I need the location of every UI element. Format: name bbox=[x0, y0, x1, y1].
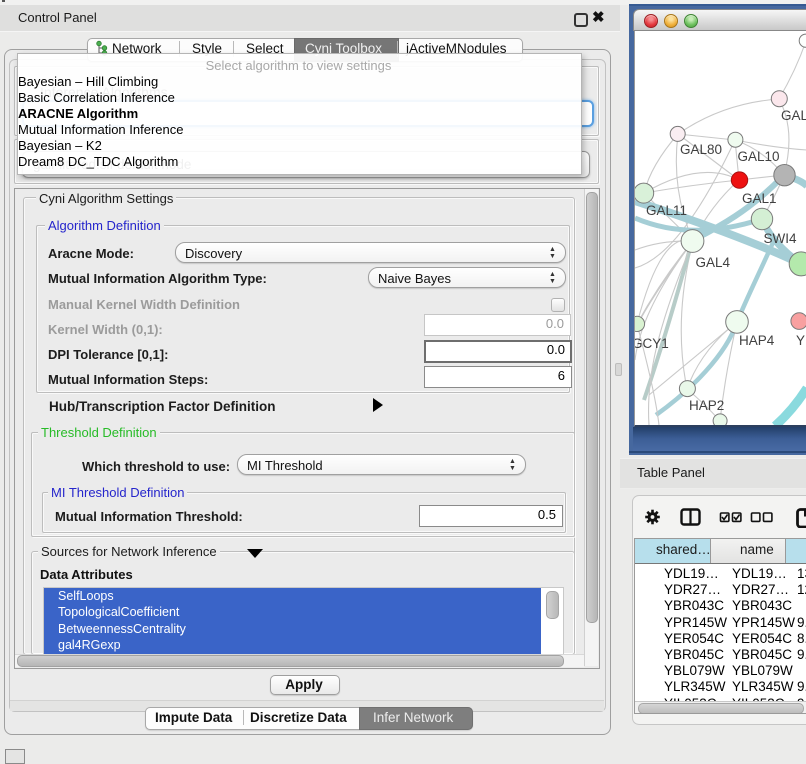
svg-text:GAL4: GAL4 bbox=[696, 255, 731, 270]
svg-text:HAP2: HAP2 bbox=[689, 398, 724, 413]
svg-text:GCY1: GCY1 bbox=[635, 336, 669, 351]
svg-text:GAL80: GAL80 bbox=[680, 142, 722, 157]
svg-text:GAL1: GAL1 bbox=[742, 191, 777, 206]
svg-text:GAL10: GAL10 bbox=[738, 149, 780, 164]
svg-text:GAL: GAL bbox=[781, 108, 806, 123]
svg-text:HAP4: HAP4 bbox=[739, 333, 775, 348]
svg-text:Y: Y bbox=[796, 333, 805, 348]
svg-text:GAL11: GAL11 bbox=[646, 203, 687, 218]
svg-text:SWI4: SWI4 bbox=[764, 231, 797, 246]
